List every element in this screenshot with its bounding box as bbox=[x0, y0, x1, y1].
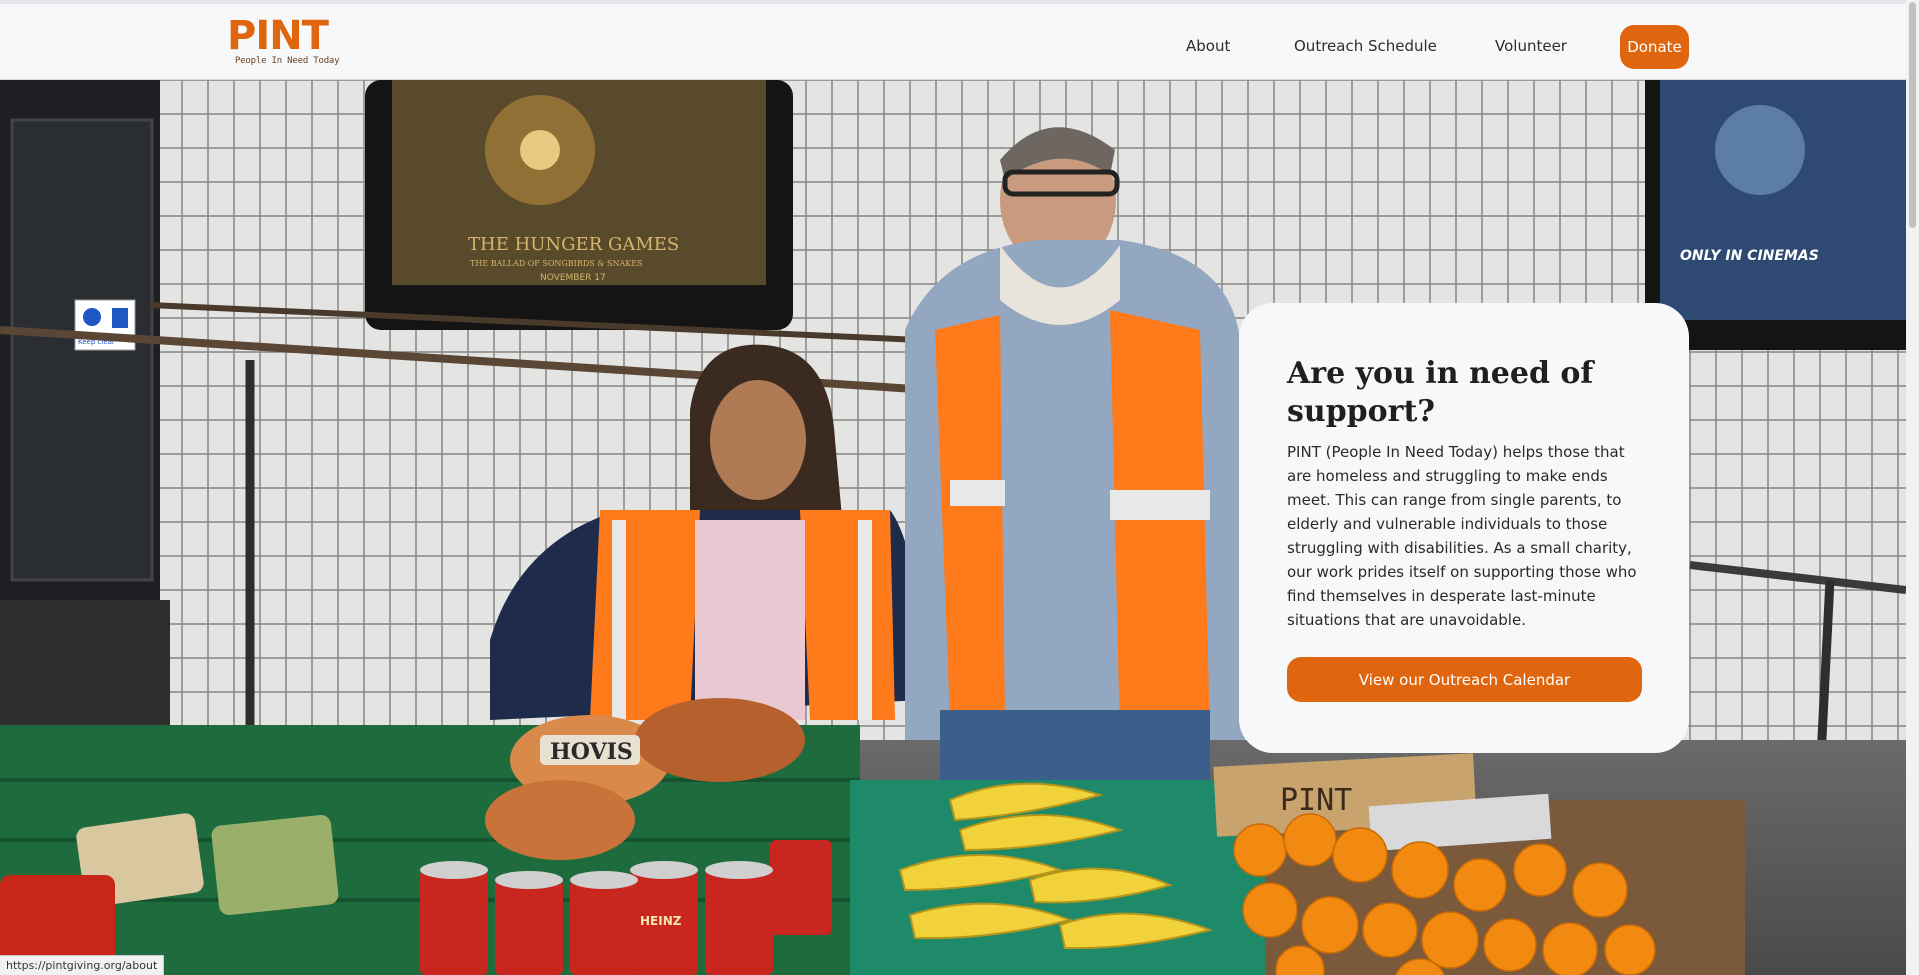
poster-left-subtitle: THE BALLAD OF SONGBIRDS & SNAKES bbox=[470, 259, 643, 268]
poster-left-title: THE HUNGER GAMES bbox=[468, 234, 679, 255]
logo-wordmark: PINT bbox=[227, 13, 329, 59]
pint-logo[interactable]: PINT People In Need Today bbox=[227, 13, 340, 72]
view-outreach-calendar-button[interactable]: View our Outreach Calendar bbox=[1287, 657, 1642, 702]
nav-volunteer[interactable]: Volunteer bbox=[1495, 37, 1567, 55]
page-scrollbar[interactable] bbox=[1906, 0, 1919, 975]
scrollbar-thumb[interactable] bbox=[1909, 2, 1916, 228]
status-url-preview: https://pintgiving.org/about bbox=[0, 955, 165, 975]
page: PINT People In Need Today About Outreach… bbox=[0, 0, 1919, 975]
support-card-title: Are you in need of support? bbox=[1287, 356, 1594, 429]
support-card: Are you in need of support? PINT (People… bbox=[1239, 303, 1689, 753]
can-brand: HEINZ bbox=[640, 914, 682, 928]
nav-about[interactable]: About bbox=[1186, 37, 1230, 55]
nav-outreach-schedule[interactable]: Outreach Schedule bbox=[1294, 37, 1437, 55]
bread-brand: HOVIS bbox=[550, 739, 633, 765]
donate-button[interactable]: Donate bbox=[1620, 25, 1689, 69]
cardboard-sign-text: PINT bbox=[1280, 783, 1352, 818]
poster-right-text: ONLY IN CINEMAS bbox=[1680, 248, 1819, 264]
poster-left-date: NOVEMBER 17 bbox=[540, 273, 606, 283]
logo-tagline: People In Need Today bbox=[235, 56, 340, 66]
support-card-body: PINT (People In Need Today) helps those … bbox=[1287, 443, 1637, 629]
site-header: PINT People In Need Today About Outreach… bbox=[0, 0, 1919, 80]
